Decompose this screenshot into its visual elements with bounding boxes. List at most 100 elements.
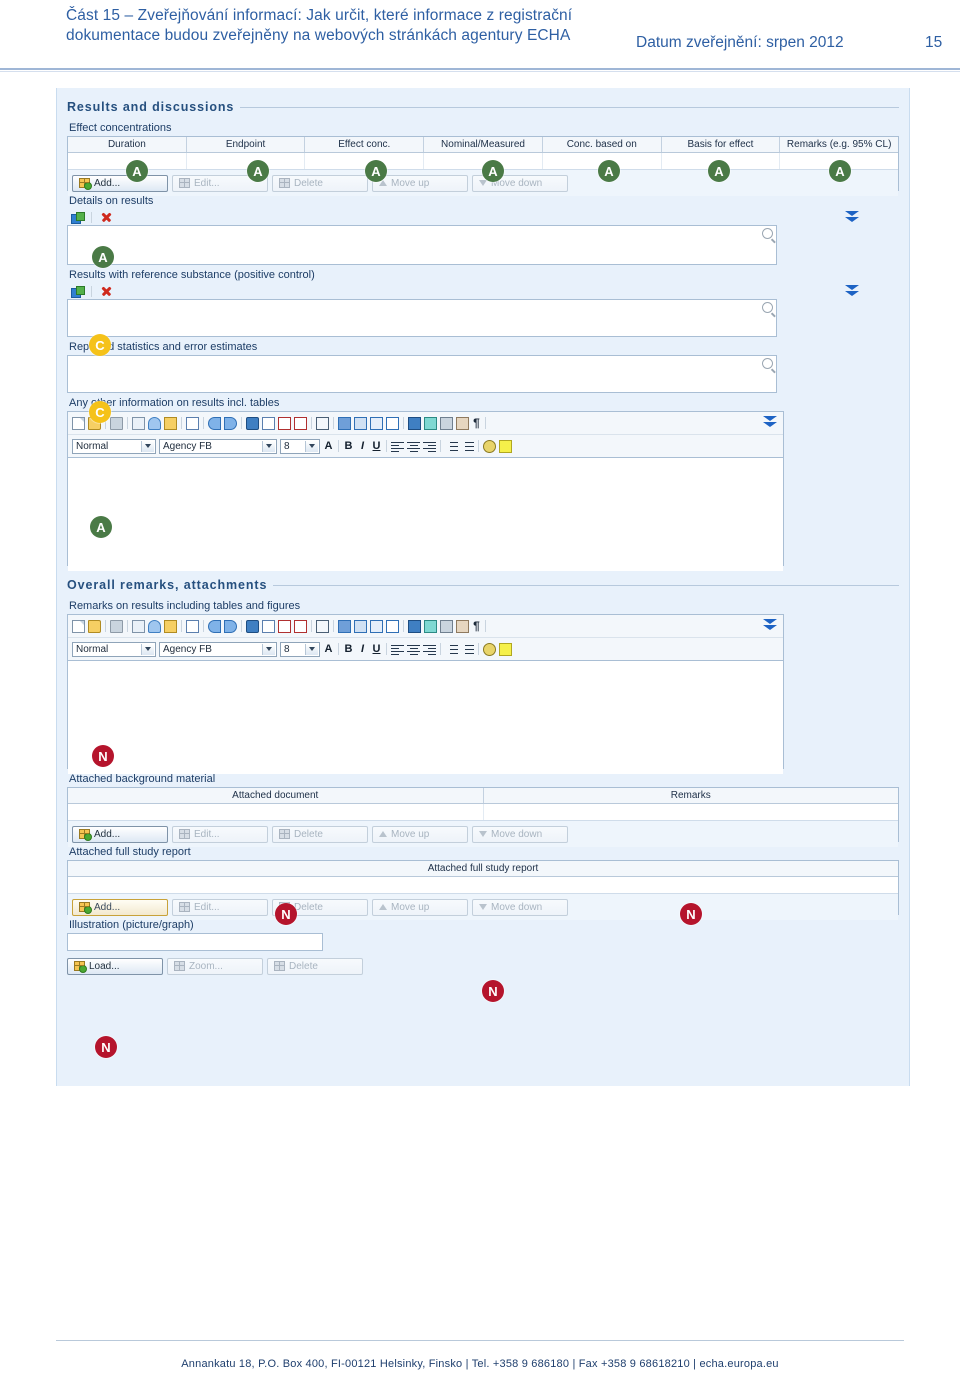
column-basis-for-effect[interactable]: Basis for effect (662, 137, 781, 152)
table-body[interactable] (68, 877, 898, 894)
add-button[interactable]: Add... (72, 825, 168, 843)
insert-table-icon[interactable] (186, 416, 199, 430)
edit-button[interactable]: Edit... (172, 825, 268, 843)
magnifier-icon[interactable] (762, 228, 773, 239)
editor-canvas[interactable] (68, 458, 783, 571)
expand-icon[interactable] (845, 284, 859, 297)
delete-icon[interactable] (100, 285, 112, 297)
cell-fill-blue-icon[interactable] (338, 619, 351, 633)
bold-icon[interactable]: B (343, 440, 354, 452)
table-grid-icon[interactable] (262, 416, 275, 430)
insert-table-icon[interactable] (186, 619, 199, 633)
paste-icon[interactable] (164, 619, 177, 633)
align-left-icon[interactable] (391, 644, 404, 655)
find-icon[interactable] (483, 642, 496, 656)
cell-fill-lighter-icon[interactable] (370, 416, 383, 430)
table-border-icon[interactable] (294, 416, 307, 430)
image-table2-icon[interactable] (456, 416, 469, 430)
italic-icon[interactable]: I (357, 643, 368, 655)
expand-icon[interactable] (845, 210, 859, 223)
cut-icon[interactable] (148, 619, 161, 633)
print-icon[interactable] (110, 619, 123, 633)
editor-canvas[interactable] (68, 661, 783, 774)
bold-icon[interactable]: B (343, 643, 354, 655)
table-props-icon[interactable] (424, 619, 437, 633)
grid-lines-icon[interactable] (408, 416, 421, 430)
column-remarks[interactable]: Remarks (484, 788, 899, 803)
find-icon[interactable] (483, 439, 496, 453)
split-cell-icon[interactable] (316, 619, 329, 633)
load-button[interactable]: Load... (67, 957, 163, 975)
magnifier-icon[interactable] (762, 302, 773, 313)
align-right-icon[interactable] (423, 644, 436, 655)
table-cell[interactable] (68, 804, 484, 820)
image-table-icon[interactable] (440, 416, 453, 430)
copy-icon[interactable] (132, 416, 145, 430)
add-button[interactable]: Add... (72, 174, 168, 192)
illustration-input[interactable] (67, 933, 323, 951)
remarks-on-results-editor[interactable]: ¶ Normal Agency FB 8 A B I U (67, 614, 784, 774)
cell-fill-light-icon[interactable] (354, 416, 367, 430)
table-grid-icon[interactable] (262, 619, 275, 633)
attached-full-study-report-table[interactable]: Attached full study report Add... Edit..… (67, 860, 899, 920)
align-center-icon[interactable] (407, 644, 420, 655)
cell-fill-white-icon[interactable] (386, 619, 399, 633)
align-left-icon[interactable] (391, 441, 404, 452)
align-center-icon[interactable] (407, 441, 420, 452)
magnifier-icon[interactable] (762, 358, 773, 369)
delete-button[interactable]: Delete (272, 174, 368, 192)
underline-icon[interactable]: U (371, 440, 382, 452)
highlight-icon[interactable] (499, 439, 512, 453)
import-icon[interactable] (71, 285, 85, 298)
cell-fill-light-icon[interactable] (354, 619, 367, 633)
add-button[interactable]: Add... (72, 898, 168, 916)
highlight-icon[interactable] (499, 642, 512, 656)
column-effect-conc[interactable]: Effect conc. (305, 137, 425, 152)
bullet-list-icon[interactable] (461, 441, 474, 452)
attached-background-material-table[interactable]: Attached document Remarks Add... Edit... (67, 787, 899, 847)
paragraph-style-select[interactable]: Normal (72, 641, 156, 657)
cut-icon[interactable] (148, 416, 161, 430)
illustration-delete-button[interactable]: Delete (267, 957, 363, 975)
pilcrow-icon[interactable]: ¶ (472, 620, 481, 633)
cell-fill-lighter-icon[interactable] (370, 619, 383, 633)
copy-icon[interactable] (132, 619, 145, 633)
expand-icon[interactable] (763, 415, 777, 428)
details-on-results-textbox[interactable] (67, 225, 777, 265)
delete-button[interactable]: Delete (272, 825, 368, 843)
align-right-icon[interactable] (423, 441, 436, 452)
table-cell[interactable] (187, 153, 306, 169)
undo-icon[interactable] (208, 416, 221, 430)
font-color-icon[interactable]: A (323, 440, 334, 452)
image-table-icon[interactable] (440, 619, 453, 633)
table-header-icon[interactable] (278, 416, 291, 430)
table-cell[interactable] (484, 804, 899, 820)
open-folder-icon[interactable] (88, 619, 101, 633)
results-reference-textbox[interactable] (67, 299, 777, 337)
font-family-select[interactable]: Agency FB (159, 641, 277, 657)
ordered-list-icon[interactable] (445, 441, 458, 452)
delete-icon[interactable] (100, 211, 112, 223)
cell-fill-white-icon[interactable] (386, 416, 399, 430)
font-size-select[interactable]: 8 (280, 438, 320, 454)
move-down-button[interactable]: Move down (472, 898, 568, 916)
expand-icon[interactable] (763, 618, 777, 631)
effect-concentrations-table[interactable]: Duration Endpoint Effect conc. Nominal/M… (67, 136, 899, 196)
column-conc-based-on[interactable]: Conc. based on (543, 137, 662, 152)
column-endpoint[interactable]: Endpoint (187, 137, 306, 152)
new-doc-icon[interactable] (72, 619, 85, 633)
font-family-select[interactable]: Agency FB (159, 438, 277, 454)
italic-icon[interactable]: I (357, 440, 368, 452)
column-remarks[interactable]: Remarks (e.g. 95% CL) (780, 137, 898, 152)
move-up-button[interactable]: Move up (372, 825, 468, 843)
cell-fill-blue-icon[interactable] (338, 416, 351, 430)
reported-statistics-textbox[interactable] (67, 355, 777, 393)
table-header-icon[interactable] (278, 619, 291, 633)
new-doc-icon[interactable] (72, 416, 85, 430)
split-cell-icon[interactable] (316, 416, 329, 430)
font-color-icon[interactable]: A (323, 643, 334, 655)
column-nominal-measured[interactable]: Nominal/Measured (424, 137, 543, 152)
bullet-list-icon[interactable] (461, 644, 474, 655)
move-down-button[interactable]: Move down (472, 825, 568, 843)
font-size-select[interactable]: 8 (280, 641, 320, 657)
